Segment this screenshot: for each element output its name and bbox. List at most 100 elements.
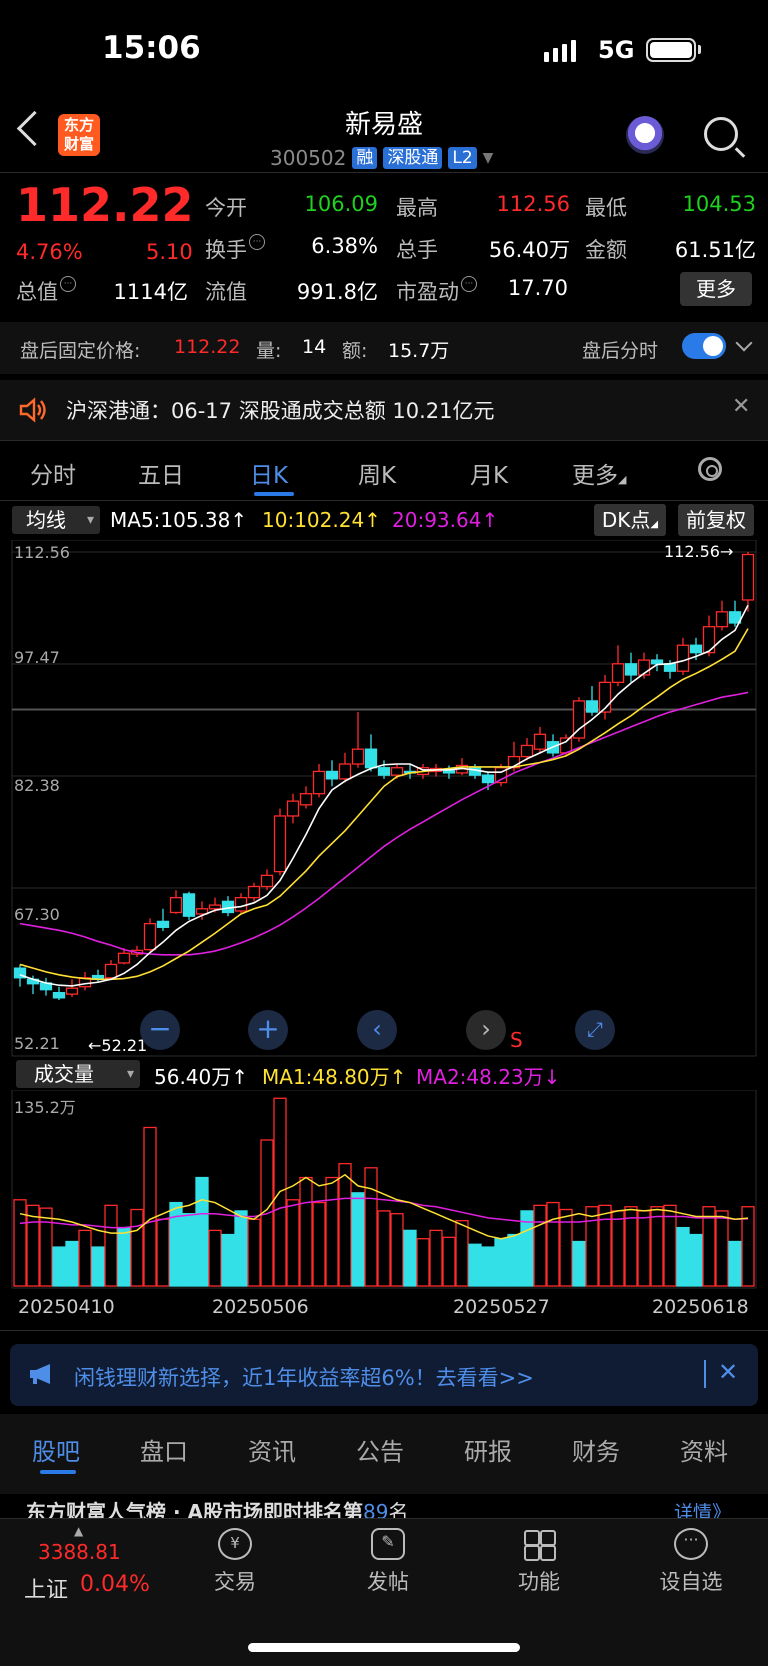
ma10-label: 10:102.24↑ <box>262 508 381 532</box>
tab-daily-k[interactable]: 日K <box>250 456 288 490</box>
speaker-icon <box>19 397 46 423</box>
tab-intraday[interactable]: 分时 <box>30 456 76 490</box>
news-text[interactable]: 沪深港通：06-17 深股通成交总额 10.21亿元 <box>66 395 495 425</box>
scroll-right-button[interactable]: › <box>466 1010 506 1050</box>
after-price-label: 盘后固定价格: <box>20 340 141 362</box>
robot-assistant-icon[interactable] <box>626 116 664 154</box>
signal-s-label: S <box>510 1028 523 1052</box>
volume-bar <box>559 1208 573 1287</box>
caret-up-icon: ▲ <box>74 1524 84 1538</box>
info-icon[interactable]: ··· <box>60 276 76 292</box>
tab-five-day[interactable]: 五日 <box>138 456 184 490</box>
tab-more[interactable]: 更多◢ <box>572 456 626 490</box>
info-icon[interactable]: ··· <box>461 276 477 292</box>
nav-label: 功能 <box>518 1570 560 1594</box>
candle <box>481 774 495 784</box>
volume-bar <box>143 1126 157 1287</box>
nav-post[interactable]: ✎ 发帖 <box>343 1528 433 1596</box>
candle <box>715 611 729 628</box>
volume-bar <box>312 1201 326 1287</box>
volume-bar <box>403 1229 417 1287</box>
pe-value: 17.70 <box>507 276 568 300</box>
connect-tag: 深股通 <box>383 147 443 169</box>
amount-label: 金额 <box>585 238 627 262</box>
more-dots-icon: ··· <box>674 1528 708 1560</box>
kline-chart[interactable] <box>0 540 768 1058</box>
tab-monthly-k[interactable]: 月K <box>470 456 508 490</box>
tab-announcements[interactable]: 公告 <box>356 1432 404 1467</box>
volume-bar <box>130 1208 144 1287</box>
tab-research[interactable]: 研报 <box>464 1432 512 1467</box>
grid-icon <box>522 1528 556 1561</box>
candle <box>286 800 300 817</box>
volume-bar <box>650 1206 664 1287</box>
max-price-label: 112.56→ <box>664 542 734 561</box>
tab-financials[interactable]: 财务 <box>572 1432 620 1467</box>
gear-icon[interactable] <box>698 457 722 481</box>
dk-point-button[interactable]: DK点◢ <box>594 504 666 536</box>
volume-bar <box>13 1199 27 1287</box>
after-hours-row: 盘后固定价格: 112.22 量: 14 额: 15.7万 盘后分时 <box>0 322 768 374</box>
open-value: 106.09 <box>304 192 378 216</box>
x-tick-label: 20250410 <box>18 1296 115 1318</box>
index-change[interactable]: 0.04% <box>80 1572 150 1597</box>
nav-label: 发帖 <box>367 1570 409 1594</box>
more-button[interactable]: 更多 <box>680 272 752 306</box>
candle <box>312 770 326 795</box>
y-tick-label: 67.30 <box>14 905 60 924</box>
volume-bar <box>572 1240 586 1287</box>
index-name[interactable]: 上证 <box>24 1572 68 1604</box>
high-label: 最高 <box>396 196 438 220</box>
fullscreen-button[interactable]: ⤢ <box>575 1010 615 1050</box>
info-icon[interactable]: ··· <box>249 234 265 250</box>
close-icon[interactable]: ✕ <box>718 1358 738 1386</box>
nav-trade[interactable]: ¥ 交易 <box>190 1528 280 1596</box>
candle <box>364 748 378 769</box>
ad-divider <box>704 1360 706 1388</box>
volume-value: 56.40万 <box>488 238 570 262</box>
volume-bar <box>351 1192 365 1287</box>
volume-series-label: 56.40万↑ <box>154 1065 249 1089</box>
l2-tag: L2 <box>448 147 477 169</box>
after-vol-label: 量: <box>256 340 282 362</box>
volume-chart[interactable] <box>0 1090 768 1290</box>
candle <box>377 767 391 776</box>
tab-forum[interactable]: 股吧 <box>32 1432 80 1467</box>
candle <box>208 904 222 910</box>
search-icon[interactable] <box>704 117 738 151</box>
volume-bar <box>455 1219 469 1287</box>
network-label: 5G <box>598 36 635 64</box>
stock-subtitle: 300502 融 深股通 L2 ▼ <box>270 146 493 170</box>
candle <box>104 963 118 979</box>
tab-profile[interactable]: 资料 <box>680 1432 728 1467</box>
edit-icon: ✎ <box>371 1528 405 1560</box>
candle <box>247 885 261 899</box>
volume-bar <box>442 1236 456 1287</box>
caret-down-icon[interactable]: ▼ <box>483 150 494 166</box>
nav-add-watchlist[interactable]: ··· 设自选 <box>646 1528 736 1596</box>
tab-weekly-k[interactable]: 周K <box>358 456 396 490</box>
volume-bar <box>390 1213 404 1287</box>
volume-bar <box>65 1240 79 1287</box>
volume-bar <box>325 1176 339 1287</box>
nav-functions[interactable]: 功能 <box>494 1528 584 1596</box>
zoom-in-button[interactable]: + <box>248 1010 288 1050</box>
volume-bar <box>364 1167 378 1287</box>
adjust-button[interactable]: 前复权 <box>678 504 754 536</box>
tab-orderbook[interactable]: 盘口 <box>140 1432 188 1467</box>
low-value: 104.53 <box>682 192 756 216</box>
scroll-left-button[interactable]: ‹ <box>357 1010 397 1050</box>
after-vol-value: 14 <box>302 336 327 358</box>
index-value[interactable]: 3388.81 <box>38 1540 121 1564</box>
indicator-select[interactable]: 均线 <box>12 506 100 534</box>
volume-indicator-select[interactable]: 成交量 <box>16 1060 140 1088</box>
candle <box>611 663 625 684</box>
tab-news[interactable]: 资讯 <box>248 1432 296 1467</box>
zoom-out-button[interactable]: − <box>140 1010 180 1050</box>
close-icon[interactable]: ✕ <box>732 394 750 419</box>
after-amt-value: 15.7万 <box>388 340 450 362</box>
candle <box>52 992 66 999</box>
ad-text[interactable]: 闲钱理财新选择，近1年收益率超6%！去看看>> <box>74 1362 534 1392</box>
market-cap-label: 总值 ··· <box>16 276 76 306</box>
after-hours-toggle[interactable] <box>682 333 726 359</box>
